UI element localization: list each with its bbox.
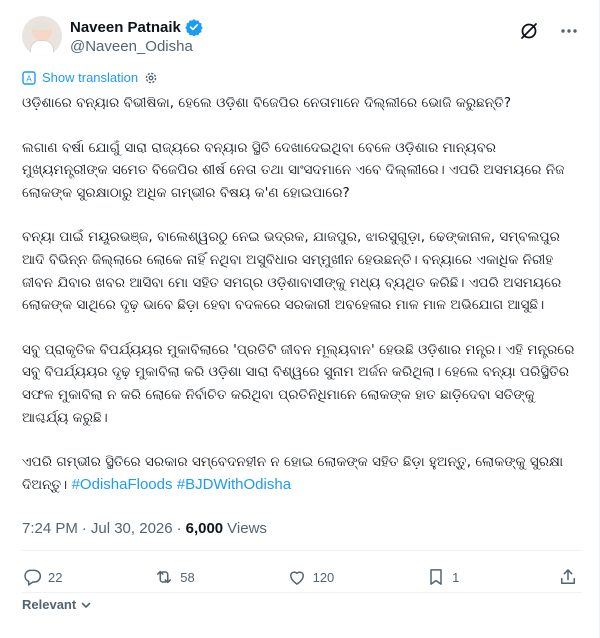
like-count: 120	[312, 569, 335, 585]
action-bar: 22 58 120 1	[22, 562, 578, 592]
chevron-down-icon	[81, 602, 91, 608]
author-display-name[interactable]: Naveen Patnaik	[70, 19, 181, 36]
grok-button[interactable]	[518, 20, 540, 42]
share-icon	[560, 569, 575, 584]
tweet-paragraph: ସବୁ ପ୍ରାକୃତିକ ବିପର୍ଯ୍ୟୟର ମୁକାବିଲାରେ 'ପ୍ର…	[22, 341, 575, 426]
reply-count: 22	[48, 569, 63, 585]
svg-text:A: A	[26, 74, 32, 83]
verified-badge-icon	[185, 19, 203, 36]
author-handle[interactable]: @Naveen_Odisha	[70, 38, 193, 55]
bookmark-icon	[430, 569, 442, 585]
share-button[interactable]	[558, 567, 578, 587]
show-translation-label: Show translation	[42, 70, 139, 85]
tweet-body: ଓଡ଼ିଶାରେ ବନ୍ୟାର ବିଭୀଷିକା, ହେଲେ ଓଡ଼ିଶା ବି…	[22, 92, 582, 496]
repost-icon	[157, 570, 172, 584]
repost-button[interactable]: 58	[154, 567, 195, 587]
like-button[interactable]: 120	[287, 567, 335, 587]
meta-separator: ·	[176, 520, 182, 537]
tweet-paragraph: ଲଗାଣ ବର୍ଷା ଯୋଗୁଁ ସାରା ରାଜ୍ୟରେ ବନ୍ୟାର ସ୍ଥ…	[22, 139, 565, 201]
tweet-paragraph: ବନ୍ୟା ପାଇଁ ମୟୂରଭଞ୍ଜ, ବାଲେଶ୍ୱରଠୁ ନେଇ ଭଦ୍ର…	[22, 229, 562, 314]
translate-icon: A	[22, 70, 36, 85]
divider	[22, 592, 582, 593]
bookmark-button[interactable]: 1	[426, 567, 466, 587]
grok-icon	[521, 23, 537, 39]
avatar[interactable]	[22, 16, 62, 56]
divider	[22, 550, 582, 551]
name-row: Naveen Patnaik	[70, 18, 203, 36]
views-label: Views	[227, 520, 267, 537]
tweet-paragraph-last: ଏପରି ଗମ୍ଭୀର ସ୍ଥିତିରେ ସରକାର ସମ୍ବେଦନହୀନ ନ …	[22, 451, 582, 496]
more-options-button[interactable]	[558, 20, 580, 42]
tweet-meta: 7:24 PM · Jul 30, 2026 · 6,000 Views	[22, 520, 267, 537]
sort-replies-dropdown[interactable]: Relevant	[22, 597, 92, 612]
bookmark-count: 1	[452, 569, 460, 585]
tweet-paragraph: ଓଡ଼ିଶାରେ ବନ୍ୟାର ବିଭୀଷିକା, ହେଲେ ଓଡ଼ିଶା ବି…	[22, 95, 512, 111]
views-count: 6,000	[185, 520, 224, 537]
tweet-card: Naveen Patnaik @Naveen_Odisha A Show tra…	[0, 0, 600, 638]
repost-count: 58	[180, 569, 195, 585]
tweet-date[interactable]: Jul 30, 2026	[91, 520, 173, 537]
more-icon	[561, 29, 577, 33]
like-icon	[289, 571, 304, 585]
gear-icon[interactable]	[144, 71, 158, 85]
show-translation-link[interactable]: A Show translation	[22, 70, 158, 85]
sort-label: Relevant	[22, 597, 77, 612]
tweet-header: Naveen Patnaik @Naveen_Odisha	[22, 8, 582, 58]
reply-button[interactable]: 22	[22, 567, 62, 587]
hashtag-link[interactable]: #BJDWithOdisha	[177, 476, 291, 493]
meta-separator: ·	[81, 520, 87, 537]
tweet-time[interactable]: 7:24 PM	[22, 520, 78, 537]
hashtag-link[interactable]: #OdishaFloods	[72, 476, 173, 493]
reply-icon	[24, 569, 42, 586]
